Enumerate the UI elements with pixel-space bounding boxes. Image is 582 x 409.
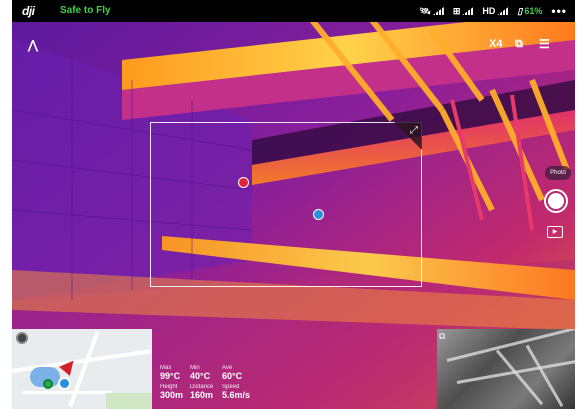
pip-beam — [446, 329, 575, 362]
mini-map[interactable] — [12, 329, 152, 409]
swap-view-icon[interactable]: ⧉ — [515, 38, 523, 51]
visual-camera-pip[interactable]: ⧉ — [437, 329, 575, 409]
metering-area[interactable]: ⤢ — [150, 122, 422, 287]
telemetry-height: Height 300m — [160, 384, 184, 400]
telemetry-max: Max 99°C — [160, 365, 181, 381]
home-point-icon — [43, 379, 53, 389]
aircraft-icon[interactable]: ⋀ — [28, 38, 38, 52]
playback-icon[interactable]: ▶ — [547, 226, 563, 238]
satellite-signal-icon[interactable]: 🛰 — [419, 6, 444, 17]
pip-beam — [525, 344, 564, 407]
hd-label: HD — [482, 6, 496, 16]
max-temp-marker — [238, 177, 249, 188]
sliders-icon[interactable]: ☰ — [539, 37, 550, 51]
map-road — [22, 391, 112, 394]
compass-icon[interactable] — [16, 332, 28, 344]
telemetry-min: Min 40°C — [190, 365, 211, 381]
flight-status[interactable]: Safe to Fly — [60, 5, 111, 16]
zoom-level[interactable]: X4 — [489, 38, 502, 50]
telemetry-panel: Max 99°C Min 40°C Ave 60°C Height 300m Dista… — [160, 365, 252, 400]
photo-mode-label[interactable]: Photo — [545, 166, 571, 180]
status-bar: dji Safe to Fly 🛰 ⊞ HD ▯ 61% ••• — [12, 0, 575, 22]
status-indicators: 🛰 ⊞ HD ▯ 61% ••• — [419, 4, 567, 18]
telemetry-ave: Ave 60°C — [222, 365, 243, 381]
shutter-icon[interactable] — [544, 189, 568, 213]
rc-signal-icon[interactable]: ⊞ — [453, 6, 474, 17]
battery-icon: ▯ — [517, 5, 523, 16]
camera-settings-icon[interactable]: ⧉ — [439, 331, 445, 342]
telemetry-distance: Distance 160m — [190, 384, 214, 400]
pilot-location-icon — [58, 377, 71, 390]
battery-indicator[interactable]: ▯ 61% — [517, 6, 542, 17]
camera-viewport[interactable]: dji Safe to Fly 🛰 ⊞ HD ▯ 61% ••• ⋀ X4 ⧉ ☰… — [12, 0, 575, 409]
more-icon[interactable]: ••• — [551, 4, 567, 18]
map-park — [106, 393, 152, 409]
telemetry-speed: Speed 5.6m/s — [222, 384, 251, 400]
expand-icon[interactable]: ⤢ — [410, 125, 418, 136]
min-temp-marker — [313, 209, 324, 220]
hd-signal[interactable]: HD — [482, 6, 509, 16]
dji-logo: dji — [22, 4, 35, 18]
battery-percent: 61% — [524, 6, 543, 16]
